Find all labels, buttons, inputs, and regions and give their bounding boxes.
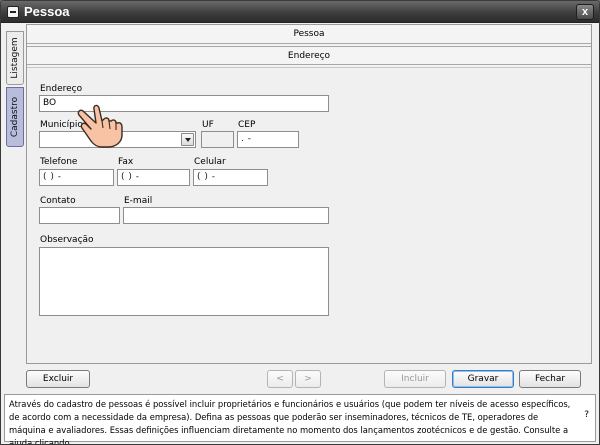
observacao-label: Observação [40,235,94,245]
tab-listagem[interactable]: Listagem [6,31,24,85]
left-tab-strip: Listagem Cadastro [4,24,26,364]
email-label: E-mail [124,196,153,206]
tab-listagem-label: Listagem [10,37,20,79]
incluir-label: Incluir [401,374,429,384]
fechar-label: Fechar [534,374,566,384]
telefone-input[interactable]: ( ) - [39,169,114,186]
help-text: Através do cadastro de pessoas é possíve… [9,399,571,445]
next-label: > [304,374,312,384]
title-bar[interactable]: Pessoa x [1,1,599,23]
tab-cadastro-label: Cadastro [10,96,20,138]
endereco-label: Endereço [40,84,83,94]
prev-button[interactable]: < [267,370,293,388]
action-bar: Excluir < > Incluir Gravar Fechar [4,367,596,393]
section-endereco-header[interactable]: Endereço [27,46,591,65]
fechar-button[interactable]: Fechar [519,370,581,388]
celular-label: Celular [194,157,226,167]
fax-label: Fax [118,157,134,167]
chevron-down-icon[interactable] [181,133,194,146]
window-title: Pessoa [24,4,70,19]
help-question-icon[interactable]: ? [584,410,589,420]
excluir-label: Excluir [42,374,74,384]
cep-input[interactable]: . - [237,131,299,148]
hand-pointer-icon [77,104,123,148]
uf-input[interactable] [201,131,234,148]
contato-input[interactable] [39,207,120,224]
incluir-button[interactable]: Incluir [384,370,446,388]
telefone-label: Telefone [40,157,78,167]
uf-label: UF [202,120,214,130]
celular-input[interactable]: ( ) - [193,169,268,186]
prev-label: < [276,374,284,384]
fax-input[interactable]: ( ) - [117,169,190,186]
help-panel: Através do cadastro de pessoas é possíve… [4,394,596,445]
app-window: Pessoa x Listagem Cadastro Pessoa Endere… [0,0,600,445]
next-button[interactable]: > [295,370,321,388]
cep-label: CEP [238,120,256,130]
contato-label: Contato [40,196,76,206]
main-panel: Pessoa Endereço Endereço BO Município UF… [26,24,592,364]
excluir-button[interactable]: Excluir [26,370,90,388]
gravar-button[interactable]: Gravar [452,370,514,388]
observacao-textarea[interactable] [39,247,329,316]
close-button[interactable]: x [576,4,594,20]
section-pessoa-header[interactable]: Pessoa [27,25,591,44]
email-input[interactable] [123,207,329,224]
system-menu-icon[interactable] [7,6,19,18]
gravar-label: Gravar [467,374,499,384]
tab-cadastro[interactable]: Cadastro [6,87,24,147]
